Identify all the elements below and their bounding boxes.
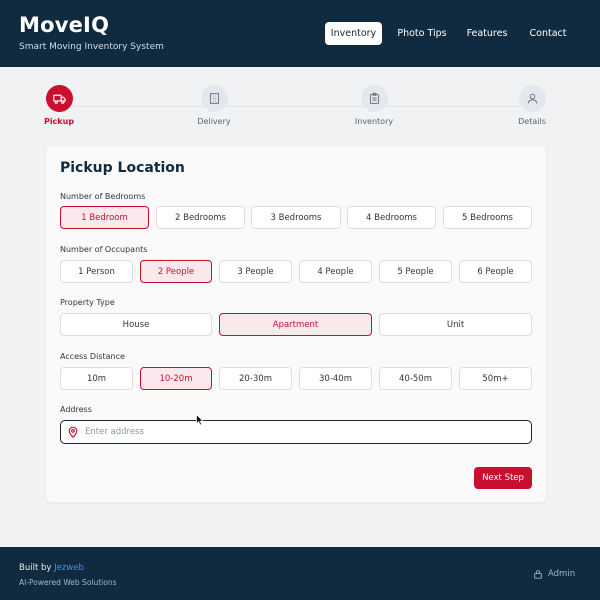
occupants-option-2[interactable]: 2 People <box>140 260 212 283</box>
occupants-option-6[interactable]: 6 People <box>459 260 532 283</box>
nav-inventory[interactable]: Inventory <box>325 22 382 45</box>
app-header: MoveIQ Smart Moving Inventory System Inv… <box>0 0 600 67</box>
clipboard-icon <box>369 92 380 104</box>
built-by-prefix: Built by <box>19 563 52 573</box>
map-pin-icon <box>68 426 78 438</box>
bedrooms-option-1[interactable]: 1 Bedroom <box>60 206 149 229</box>
bedrooms-option-2[interactable]: 2 Bedrooms <box>156 206 245 229</box>
occupants-option-4[interactable]: 4 People <box>299 260 372 283</box>
step-label-details: Details <box>518 117 546 126</box>
step-label-pickup: Pickup <box>43 117 75 126</box>
address-field[interactable] <box>60 420 532 444</box>
footer-subline: AI-Powered Web Solutions <box>19 578 117 587</box>
pickup-form-card: Pickup Location Number of Bedrooms 1 Bed… <box>46 146 546 502</box>
step-label-inventory: Inventory <box>354 117 394 126</box>
distance-option-40-50m[interactable]: 40-50m <box>379 367 452 390</box>
step-details[interactable] <box>519 85 546 112</box>
building-icon <box>209 93 220 104</box>
distance-option-30-40m[interactable]: 30-40m <box>299 367 372 390</box>
occupants-label: Number of Occupants <box>60 245 148 254</box>
property-option-apartment[interactable]: Apartment <box>219 313 372 336</box>
occupants-option-3[interactable]: 3 People <box>219 260 292 283</box>
built-by-text: Built by Jezweb <box>19 563 84 573</box>
bedrooms-label: Number of Bedrooms <box>60 192 146 201</box>
property-option-house[interactable]: House <box>60 313 212 336</box>
distance-option-50m-plus[interactable]: 50m+ <box>459 367 532 390</box>
jezweb-link[interactable]: Jezweb <box>54 563 84 573</box>
brand-logo[interactable]: MoveIQ <box>19 13 109 37</box>
nav-photo-tips[interactable]: Photo Tips <box>392 22 452 45</box>
form-title: Pickup Location <box>60 160 185 176</box>
admin-link[interactable]: Admin <box>533 569 575 579</box>
user-icon <box>527 93 538 104</box>
admin-label: Admin <box>548 569 576 579</box>
app-footer: Built by Jezweb AI-Powered Web Solutions… <box>0 547 600 600</box>
address-label: Address <box>60 405 92 414</box>
brand-tagline: Smart Moving Inventory System <box>19 42 164 52</box>
access-distance-label: Access Distance <box>60 352 125 361</box>
truck-icon <box>53 94 66 104</box>
nav-contact[interactable]: Contact <box>524 22 572 45</box>
step-inventory[interactable] <box>361 85 388 112</box>
step-pickup[interactable] <box>46 85 73 112</box>
mouse-cursor-icon <box>196 414 204 426</box>
next-step-button[interactable]: Next Step <box>474 467 532 489</box>
property-option-unit[interactable]: Unit <box>379 313 532 336</box>
occupants-option-5[interactable]: 5 People <box>379 260 452 283</box>
step-delivery[interactable] <box>201 85 228 112</box>
distance-option-10m[interactable]: 10m <box>60 367 133 390</box>
step-label-delivery: Delivery <box>197 117 231 126</box>
nav-features[interactable]: Features <box>461 22 513 45</box>
distance-option-10-20m[interactable]: 10-20m <box>140 367 212 390</box>
occupants-option-1[interactable]: 1 Person <box>60 260 133 283</box>
bedrooms-option-4[interactable]: 4 Bedrooms <box>347 206 436 229</box>
distance-option-20-30m[interactable]: 20-30m <box>219 367 292 390</box>
bedrooms-option-3[interactable]: 3 Bedrooms <box>251 206 341 229</box>
address-input[interactable] <box>85 427 505 437</box>
lock-icon <box>534 570 542 579</box>
stepper-track <box>73 106 527 107</box>
property-type-label: Property Type <box>60 298 115 307</box>
bedrooms-option-5[interactable]: 5 Bedrooms <box>443 206 532 229</box>
